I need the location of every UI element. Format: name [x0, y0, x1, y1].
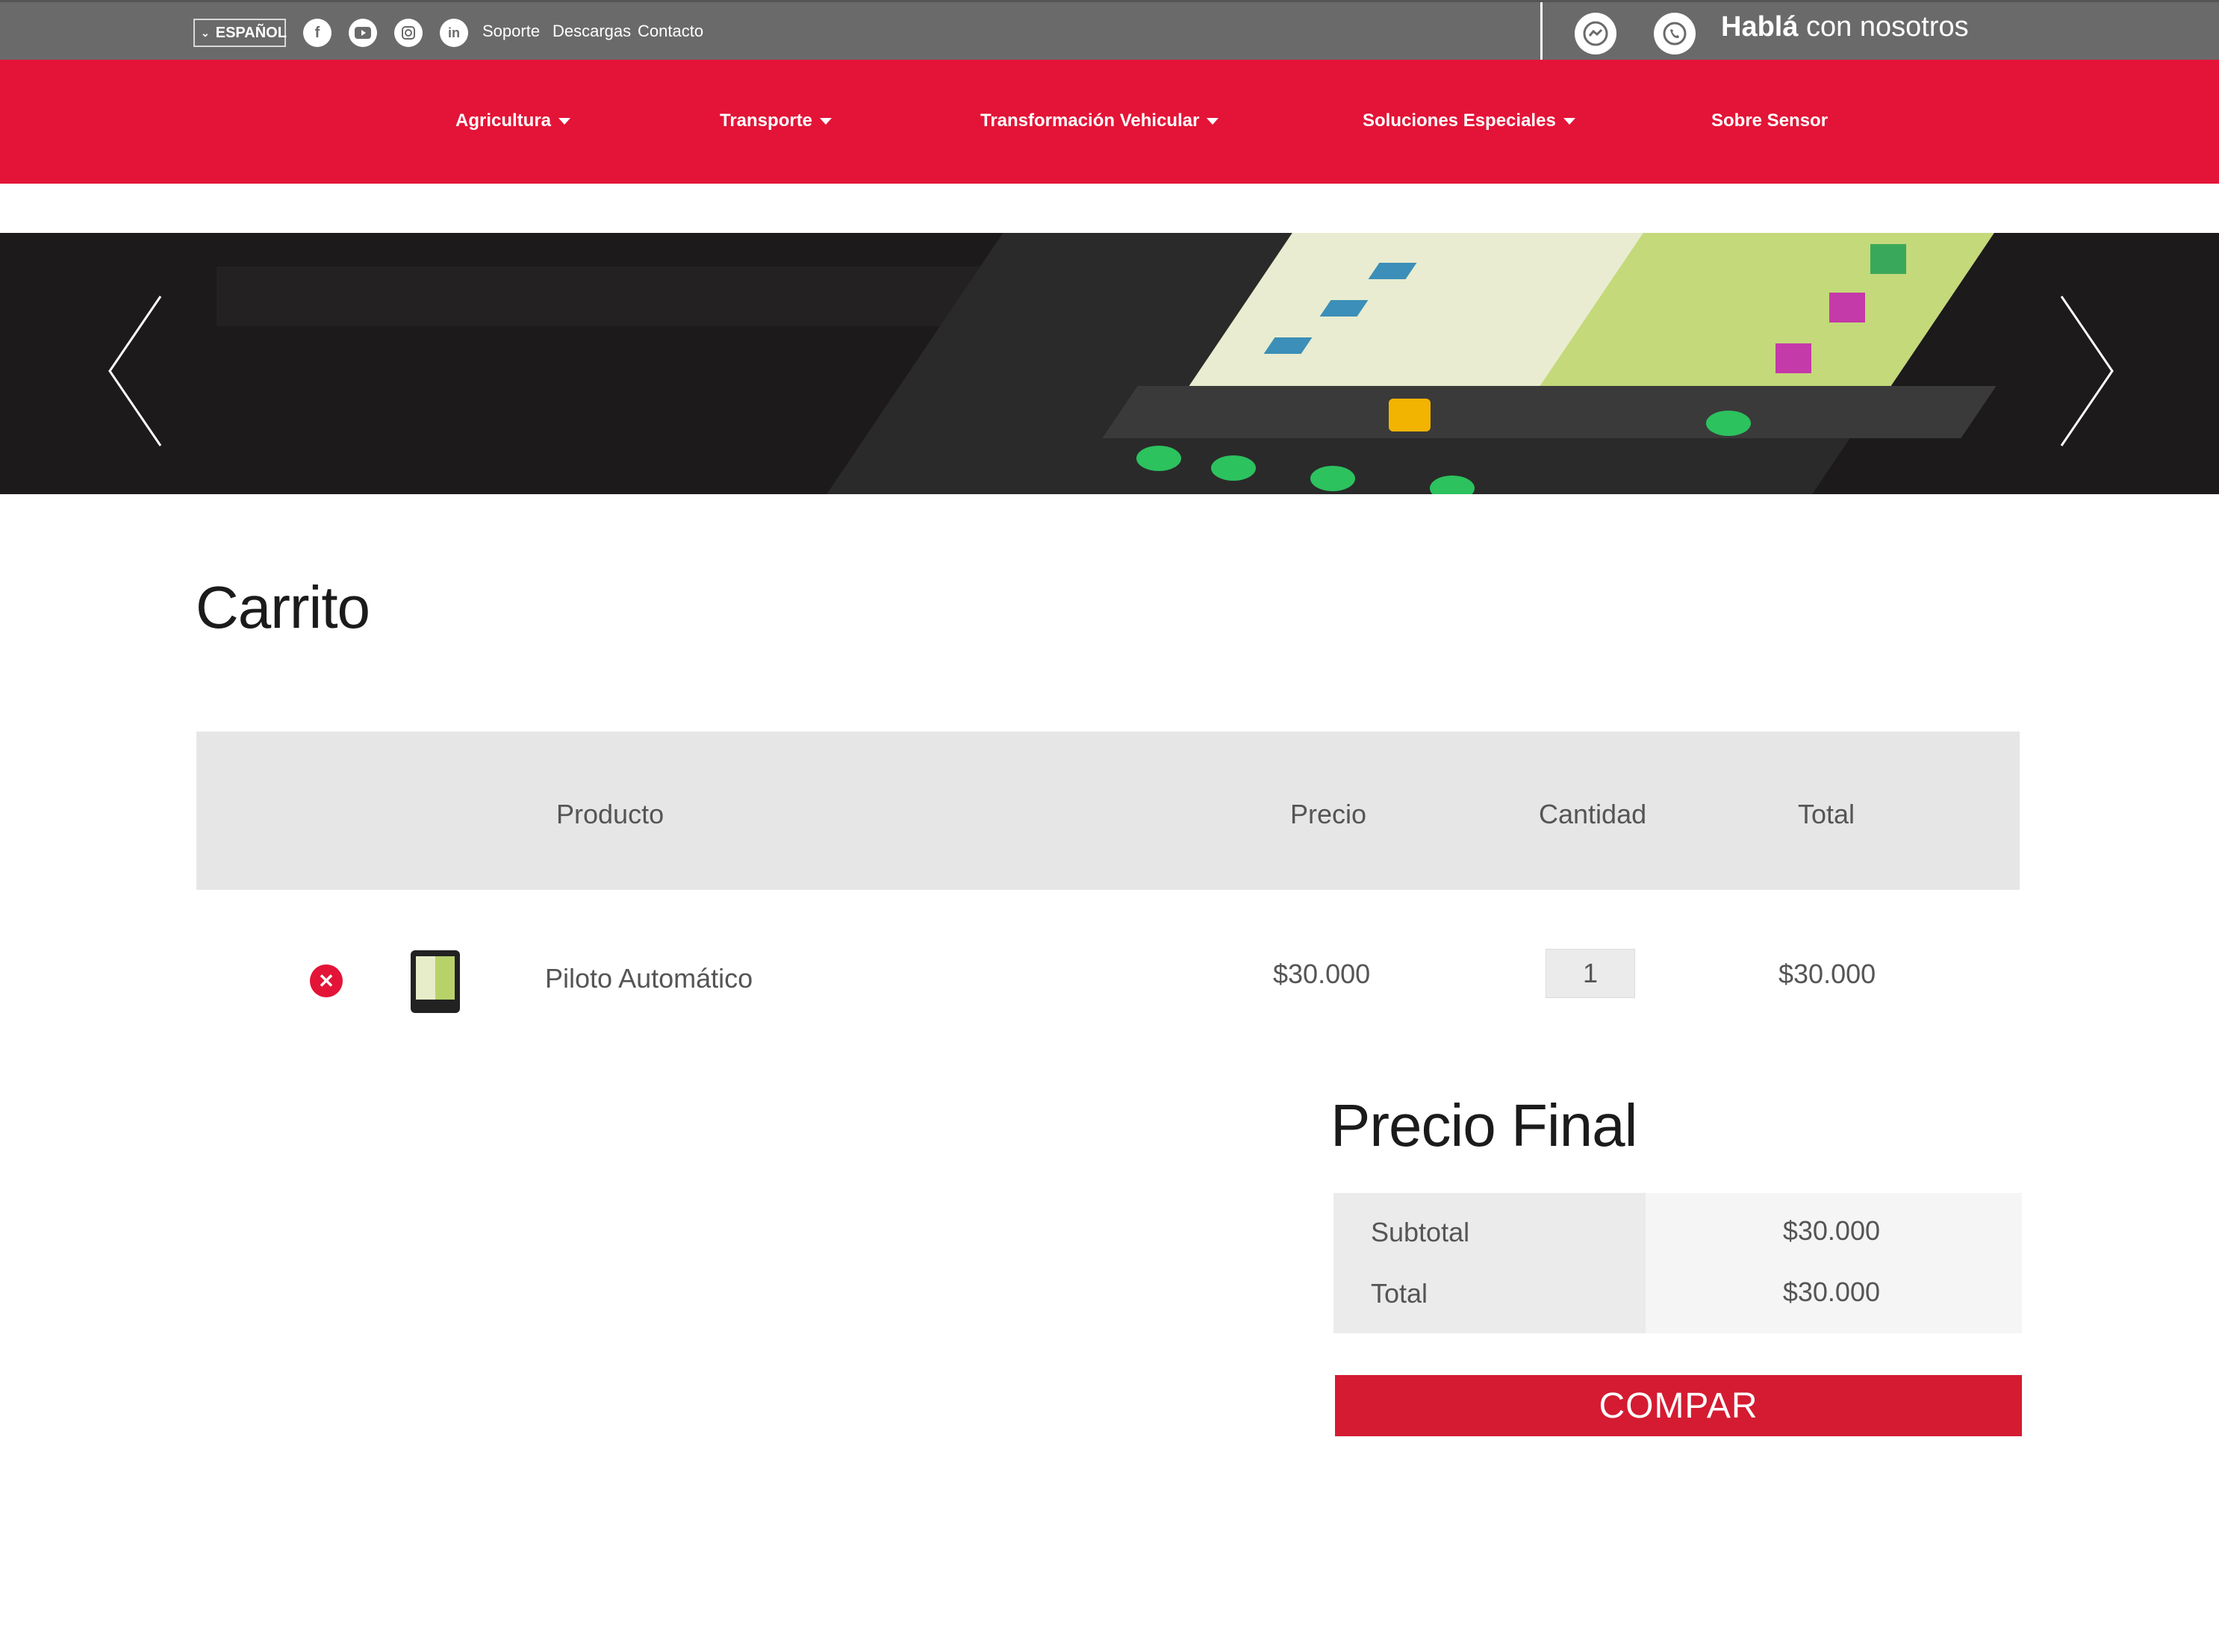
instagram-icon[interactable] — [394, 19, 423, 47]
carousel-next-icon[interactable] — [2042, 293, 2124, 449]
language-selector[interactable]: ⌄ ESPAÑOL — [193, 19, 287, 47]
nav-item-label: Agricultura — [455, 110, 552, 131]
top-link-contacto[interactable]: Contacto — [638, 22, 703, 41]
banner-magenta-button — [1829, 293, 1865, 322]
nav-item-label: Transformación Vehicular — [980, 110, 1200, 131]
subtotal-label: Subtotal — [1371, 1217, 1470, 1247]
nav-item-label: Soluciones Especiales — [1363, 110, 1556, 131]
facebook-icon[interactable]: f — [303, 19, 332, 47]
main-nav: Agricultura Transporte Transformación Ve… — [0, 60, 2219, 184]
nav-item-agricultura[interactable]: Agricultura — [455, 110, 571, 131]
product-thumbnail[interactable] — [411, 950, 460, 1013]
nav-item-transformacion-vehicular[interactable]: Transformación Vehicular — [980, 110, 1219, 131]
top-bar: ⌄ ESPAÑOL f in Soporte Descargas Contact… — [0, 0, 2219, 62]
total-value: $30.000 — [1782, 1277, 1880, 1307]
nav-item-label: Sobre Sensor — [1711, 110, 1829, 131]
banner-green-button — [1706, 411, 1751, 436]
carousel-prev-icon[interactable] — [101, 293, 183, 449]
caret-down-icon — [558, 117, 571, 125]
column-header-quantity: Cantidad — [1539, 799, 1647, 829]
chat-cta-strong: Hablá — [1721, 11, 1799, 43]
chat-cta-rest: con nosotros — [1798, 11, 1969, 43]
banner-shade — [217, 266, 993, 326]
top-link-soporte[interactable]: Soporte — [482, 22, 540, 41]
youtube-icon[interactable] — [349, 19, 377, 47]
banner-green-button — [1136, 446, 1181, 471]
chat-cta[interactable]: Hablá con nosotros — [1721, 11, 1969, 43]
whatsapp-icon[interactable] — [1654, 13, 1696, 54]
column-header-product: Producto — [556, 799, 665, 829]
banner-green-button — [1310, 466, 1355, 491]
chevron-down-icon: ⌄ — [201, 26, 210, 39]
banner-control-bar — [1102, 386, 1997, 438]
product-name[interactable]: Piloto Automático — [545, 963, 753, 994]
messenger-icon[interactable] — [1575, 13, 1616, 54]
nav-item-soluciones-especiales[interactable]: Soluciones Especiales — [1363, 110, 1575, 131]
totals-table: Subtotal $30.000 Total $30.000 — [1333, 1193, 2022, 1333]
total-label: Total — [1371, 1278, 1428, 1309]
product-price: $30.000 — [1273, 959, 1371, 989]
nav-item-label: Transporte — [720, 110, 813, 131]
subtotal-value: $30.000 — [1782, 1215, 1880, 1246]
language-label: ESPAÑOL — [215, 24, 287, 41]
totals-label-column — [1333, 1193, 1646, 1333]
column-header-price: Precio — [1290, 799, 1367, 829]
banner-green-button — [1211, 455, 1256, 481]
column-header-total: Total — [1798, 799, 1855, 829]
hero-carousel — [0, 233, 2219, 494]
caret-down-icon — [1207, 117, 1219, 125]
top-link-descargas[interactable]: Descargas — [553, 22, 631, 41]
quantity-input[interactable]: 1 — [1546, 949, 1635, 998]
cart-title: Carrito — [196, 574, 370, 640]
final-price-title: Precio Final — [1331, 1092, 1637, 1159]
banner-magenta-button — [1775, 343, 1811, 373]
product-line-total: $30.000 — [1778, 959, 1876, 989]
caret-down-icon — [820, 117, 832, 125]
linkedin-icon[interactable]: in — [440, 19, 468, 47]
caret-down-icon — [1563, 117, 1575, 125]
cart-table-header: Producto Precio Cantidad Total — [196, 732, 2020, 890]
buy-button[interactable]: COMPAR — [1335, 1375, 2022, 1436]
banner-green-tab — [1870, 244, 1906, 274]
remove-item-button[interactable]: ✕ — [310, 964, 343, 997]
top-bar-divider — [1540, 2, 1543, 62]
nav-item-sobre-sensor[interactable]: Sobre Sensor — [1711, 110, 1828, 131]
nav-item-transporte[interactable]: Transporte — [720, 110, 832, 131]
banner-yellow-button — [1389, 399, 1431, 431]
